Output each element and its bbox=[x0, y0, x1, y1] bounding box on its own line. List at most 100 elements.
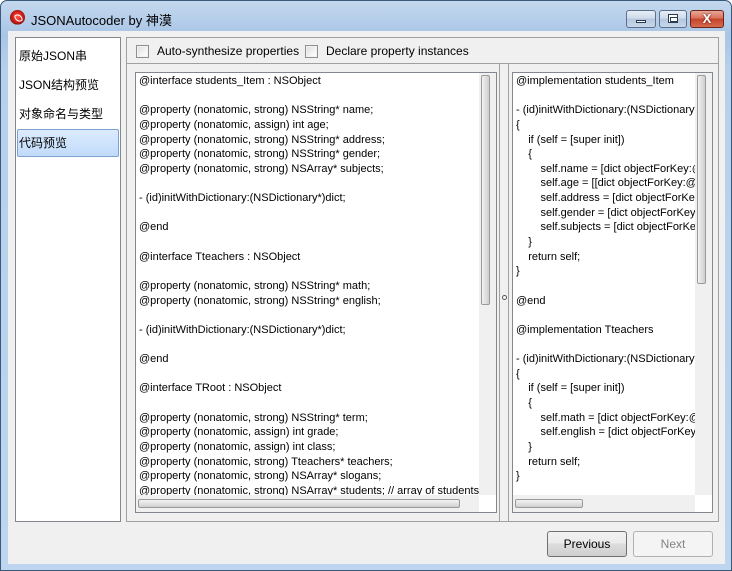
implementation-code-content[interactable]: @implementation students_Item - (id)initW… bbox=[513, 73, 695, 495]
header-code-lines: @interface students_Item : NSObject @prop… bbox=[136, 74, 479, 495]
code-line: return self; bbox=[516, 250, 581, 263]
title-bar[interactable]: JSONAutocoder by 神漠 X bbox=[1, 1, 731, 31]
header-code-view[interactable]: @interface students_Item : NSObject @prop… bbox=[135, 72, 497, 513]
code-line: } bbox=[516, 265, 520, 278]
implementation-hscroll-thumb[interactable] bbox=[515, 499, 583, 508]
close-button[interactable]: X bbox=[690, 10, 724, 28]
code-line: @property (nonatomic, strong) NSString* … bbox=[139, 411, 368, 424]
implementation-code-lines: @implementation students_Item - (id)initW… bbox=[513, 74, 695, 495]
maximize-icon bbox=[668, 14, 678, 23]
sidebar-item-label: 代码预览 bbox=[19, 136, 68, 150]
code-line: } bbox=[516, 236, 532, 249]
maximize-button[interactable] bbox=[659, 10, 687, 28]
sidebar-item-code-preview[interactable]: 代码预览 bbox=[17, 129, 119, 157]
code-line: @property (nonatomic, assign) int age; bbox=[139, 118, 329, 131]
implementation-vertical-scrollbar[interactable] bbox=[695, 73, 712, 495]
code-line: @property (nonatomic, assign) int grade; bbox=[139, 426, 339, 439]
sidebar-item-label: 对象命名与类型 bbox=[19, 107, 104, 121]
code-line: - (id)initWithDictionary:(NSDictionary*)… bbox=[139, 323, 346, 336]
header-vertical-scrollbar[interactable] bbox=[479, 73, 496, 495]
code-line: @property (nonatomic, assign) int class; bbox=[139, 441, 336, 454]
scroll-corner bbox=[695, 495, 712, 512]
checkbox-label: Auto-synthesize properties bbox=[157, 44, 300, 58]
code-line: @property (nonatomic, strong) NSString* … bbox=[139, 294, 381, 307]
code-line: @implementation students_Item bbox=[516, 75, 674, 87]
sidebar-item-label: JSON结构预览 bbox=[19, 78, 100, 92]
next-button[interactable]: Next bbox=[633, 531, 713, 557]
pane-splitter[interactable] bbox=[499, 64, 509, 521]
code-line: @interface Tteachers : NSObject bbox=[139, 250, 301, 263]
code-line: @property (nonatomic, strong) NSArray* s… bbox=[139, 470, 382, 483]
code-line: - (id)initWithDictionary:(NSDictionary*)… bbox=[516, 104, 695, 117]
code-line: { bbox=[516, 397, 532, 410]
checkbox-label: Declare property instances bbox=[326, 44, 469, 58]
code-line: @property (nonatomic, strong) NSString* … bbox=[139, 279, 371, 292]
declare-instances-checkbox[interactable]: Declare property instances bbox=[305, 44, 469, 58]
header-horizontal-scrollbar[interactable] bbox=[136, 495, 479, 512]
code-line: if (self = [super init]) bbox=[516, 133, 625, 146]
minimize-icon bbox=[636, 20, 646, 23]
app-logo-icon[interactable] bbox=[10, 10, 25, 25]
header-hscroll-thumb[interactable] bbox=[138, 499, 460, 508]
sidebar-item-raw-json[interactable]: 原始JSON串 bbox=[17, 42, 119, 70]
app-window: JSONAutocoder by 神漠 X 原始JSON串 JSON结构预览 对… bbox=[0, 0, 732, 571]
sidebar-item-json-structure[interactable]: JSON结构预览 bbox=[17, 71, 119, 99]
code-preview-panel: Auto-synthesize properties Declare prope… bbox=[126, 37, 719, 522]
code-line: @end bbox=[516, 294, 546, 307]
code-line: self.address = [dict objectForKey:@"addr… bbox=[540, 192, 695, 205]
checkbox-box[interactable] bbox=[305, 44, 318, 58]
sidebar-item-label: 原始JSON串 bbox=[19, 49, 88, 63]
code-line: @property (nonatomic, strong) NSString* … bbox=[139, 133, 385, 146]
code-line: self.math = [dict objectForKey:@"math"]; bbox=[540, 411, 695, 424]
code-line: self.name = [dict objectForKey:@"name"]; bbox=[540, 162, 695, 175]
code-line: @property (nonatomic, strong) NSString* … bbox=[139, 104, 374, 117]
code-line: @property (nonatomic, strong) NSString* … bbox=[139, 148, 381, 161]
implementation-code-view[interactable]: @implementation students_Item - (id)initW… bbox=[512, 72, 713, 513]
implementation-horizontal-scrollbar[interactable] bbox=[513, 495, 695, 512]
code-line: { bbox=[516, 118, 520, 131]
client-area: 原始JSON串 JSON结构预览 对象命名与类型 代码预览 Auto-synth… bbox=[8, 31, 725, 564]
code-line: self.english = [dict objectForKey:@"engl… bbox=[540, 426, 695, 439]
code-line: self.subjects = [dict objectForKey:@"sub… bbox=[540, 221, 695, 234]
minimize-button[interactable] bbox=[626, 10, 656, 28]
close-icon: X bbox=[702, 11, 712, 26]
implementation-vscroll-thumb[interactable] bbox=[697, 75, 706, 284]
code-line: return self; bbox=[516, 455, 581, 468]
auto-synthesize-checkbox[interactable]: Auto-synthesize properties bbox=[136, 44, 299, 58]
code-line: if (self = [super init]) bbox=[516, 382, 625, 395]
header-vscroll-thumb[interactable] bbox=[481, 75, 490, 305]
code-line: self.age = [[dict objectForKey:@"age"] i… bbox=[540, 177, 695, 190]
checkbox-box[interactable] bbox=[136, 44, 149, 58]
code-line: @interface students_Item : NSObject bbox=[139, 75, 321, 87]
code-line: @interface TRoot : NSObject bbox=[139, 382, 282, 395]
header-code-content[interactable]: @interface students_Item : NSObject @prop… bbox=[136, 73, 479, 495]
sidebar-item-object-naming[interactable]: 对象命名与类型 bbox=[17, 100, 119, 128]
previous-button[interactable]: Previous bbox=[547, 531, 627, 557]
scroll-corner bbox=[479, 495, 496, 512]
options-bar: Auto-synthesize properties Declare prope… bbox=[127, 38, 718, 64]
splitter-grip-icon[interactable] bbox=[502, 295, 507, 300]
code-line: @property (nonatomic, strong) NSArray* s… bbox=[139, 484, 479, 495]
code-line: } bbox=[516, 470, 520, 483]
step-list: 原始JSON串 JSON结构预览 对象命名与类型 代码预览 bbox=[15, 37, 121, 522]
code-line: @property (nonatomic, strong) NSArray* s… bbox=[139, 162, 384, 175]
code-line: { bbox=[516, 148, 532, 161]
window-title: JSONAutocoder by 神漠 bbox=[31, 13, 172, 28]
code-line: @property (nonatomic, strong) Tteachers*… bbox=[139, 455, 393, 468]
code-line: @end bbox=[139, 353, 169, 366]
code-line: @implementation Tteachers bbox=[516, 323, 654, 336]
code-line: - (id)initWithDictionary:(NSDictionary*)… bbox=[139, 192, 346, 205]
